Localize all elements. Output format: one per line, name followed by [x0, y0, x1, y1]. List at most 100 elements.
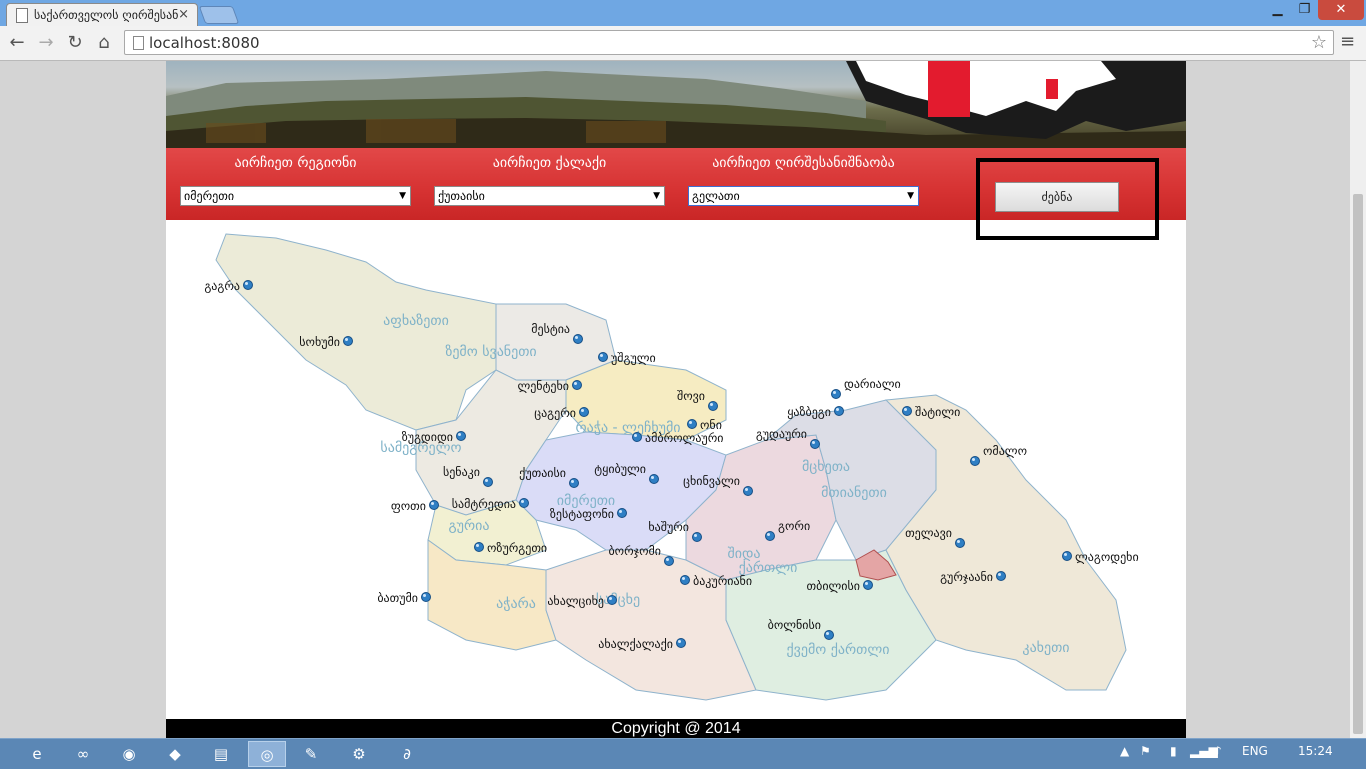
paint-icon[interactable]: ✎	[292, 741, 330, 767]
city-dot-icon[interactable]	[676, 638, 686, 648]
city-label: ყაზბეგი	[787, 405, 831, 419]
city-dot-icon[interactable]	[831, 389, 841, 399]
language-indicator[interactable]: ENG	[1242, 744, 1268, 758]
minimize-button[interactable]: ▁	[1264, 0, 1291, 20]
city-dot-highlight	[458, 433, 461, 436]
virtualbox-icon[interactable]: ◆	[156, 741, 194, 767]
chevron-down-icon: ▼	[399, 191, 406, 201]
menu-icon[interactable]: ≡	[1340, 31, 1355, 52]
bookmark-star-icon[interactable]: ☆	[1311, 32, 1327, 53]
flag-icon[interactable]: ⚑	[1140, 744, 1151, 758]
city-dot-icon[interactable]	[519, 498, 529, 508]
region-select[interactable]: იმერეთი ▼	[180, 186, 411, 206]
city-dot-highlight	[767, 533, 770, 536]
app-icon[interactable]: ∂	[388, 741, 426, 767]
city-dot-icon[interactable]	[243, 280, 253, 290]
city-dot-icon[interactable]	[598, 352, 608, 362]
city-dot-icon[interactable]	[572, 380, 582, 390]
settings-icon[interactable]: ⚙	[340, 741, 378, 767]
city-dot-icon[interactable]	[617, 508, 627, 518]
page-icon	[16, 8, 28, 23]
city-dot-icon[interactable]	[421, 592, 431, 602]
city-dot-icon[interactable]	[810, 439, 820, 449]
city-dot-icon[interactable]	[664, 556, 674, 566]
city-marker[interactable]: ფოთი	[391, 499, 439, 513]
city-marker[interactable]: ახალქალაქი	[598, 637, 686, 651]
city-dot-icon[interactable]	[483, 477, 493, 487]
city-dot-icon[interactable]	[996, 571, 1006, 581]
city-dot-icon[interactable]	[569, 478, 579, 488]
city-dot-highlight	[485, 479, 488, 482]
new-tab-button[interactable]	[198, 6, 240, 24]
city-dot-icon[interactable]	[632, 432, 642, 442]
city-label: თბილისი	[807, 579, 861, 593]
city-dot-icon[interactable]	[708, 401, 718, 411]
city-marker[interactable]: ამბროლაური	[632, 431, 724, 445]
city-dot-icon[interactable]	[1062, 551, 1072, 561]
city-dot-icon[interactable]	[687, 419, 697, 429]
city-label: ცხინვალი	[683, 474, 740, 488]
region-label: ზემო სვანეთი	[445, 344, 536, 360]
chrome-icon[interactable]: ◎	[248, 741, 286, 767]
close-tab-icon[interactable]: ×	[178, 7, 189, 22]
city-label: ახალქალაქი	[598, 637, 673, 651]
scrollbar-thumb[interactable]	[1353, 194, 1363, 734]
city-label: ბაკურიანი	[693, 574, 752, 588]
city-dot-icon[interactable]	[765, 531, 775, 541]
city-dot-icon[interactable]	[607, 595, 617, 605]
volume-icon[interactable]: ♪	[1214, 744, 1222, 758]
city-select[interactable]: ქუთაისი ▼	[434, 186, 665, 206]
city-label: შოვი	[677, 389, 705, 403]
city-label: გურჯაანი	[940, 570, 993, 584]
city-dot-icon[interactable]	[863, 580, 873, 590]
home-icon[interactable]: ⌂	[92, 31, 116, 55]
city-dot-icon[interactable]	[834, 406, 844, 416]
maximize-button[interactable]: ❐	[1291, 0, 1318, 20]
city-dot-icon[interactable]	[573, 334, 583, 344]
show-hidden-icons-icon[interactable]: ▲	[1120, 744, 1129, 758]
city-label: ოზურგეთი	[487, 541, 547, 555]
city-label: ამბროლაური	[645, 431, 723, 445]
region-shapes	[215, 233, 1127, 701]
city-dot-icon[interactable]	[456, 431, 466, 441]
page-scrollbar[interactable]	[1350, 61, 1366, 738]
file-explorer-icon[interactable]: ▤	[202, 741, 240, 767]
city-label: გუდაური	[756, 427, 807, 441]
address-bar[interactable]: localhost:8080 ☆	[124, 30, 1334, 55]
region-label: მთიანეთი	[821, 485, 887, 501]
city-dot-icon[interactable]	[824, 630, 834, 640]
ie-icon[interactable]: e	[18, 741, 56, 767]
city-marker[interactable]: დარიალი	[831, 377, 901, 399]
city-dot-icon[interactable]	[955, 538, 965, 548]
eclipse-icon[interactable]: ◉	[110, 741, 148, 767]
city-label: ახალციხე	[547, 594, 604, 608]
city-label: ქუთაისი	[519, 466, 566, 480]
city-dot-icon[interactable]	[474, 542, 484, 552]
city-dot-icon[interactable]	[902, 406, 912, 416]
visual-studio-icon[interactable]: ∞	[64, 741, 102, 767]
city-dot-icon[interactable]	[743, 486, 753, 496]
reload-icon[interactable]: ↻	[63, 31, 87, 55]
windows-taskbar: e ∞ ◉ ◆ ▤ ◎ ✎ ⚙ ∂ ▲ ⚑ ▮ ▂▄▆ ♪ ENG 15:24	[0, 738, 1366, 769]
city-dot-icon[interactable]	[343, 336, 353, 346]
battery-icon[interactable]: ▮	[1170, 744, 1177, 758]
city-dot-highlight	[826, 632, 829, 635]
city-dot-icon[interactable]	[649, 474, 659, 484]
close-window-button[interactable]: ✕	[1318, 0, 1364, 20]
banner-image	[166, 61, 1186, 148]
city-dot-icon[interactable]	[680, 575, 690, 585]
city-marker[interactable]: ბათუმი	[377, 591, 431, 605]
back-arrow-icon[interactable]: ←	[5, 31, 29, 55]
browser-tab[interactable]: საქართველოს ღირშესანიშნაობანი ×	[6, 3, 198, 26]
city-dot-icon[interactable]	[429, 500, 439, 510]
city-dot-icon[interactable]	[692, 532, 702, 542]
browser-titlebar: საქართველოს ღირშესანიშნაობანი × ▁ ❐ ✕	[0, 0, 1366, 26]
city-label: ბორჯომი	[608, 544, 661, 558]
browser-toolbar: ← → ↻ ⌂ localhost:8080 ☆ ≡	[0, 26, 1366, 61]
city-dot-icon[interactable]	[579, 407, 589, 417]
forward-arrow-icon[interactable]: →	[34, 31, 58, 55]
search-button[interactable]: ძებნა	[995, 182, 1119, 212]
clock[interactable]: 15:24	[1298, 744, 1333, 758]
sight-select[interactable]: გელათი ▼	[688, 186, 919, 206]
city-dot-icon[interactable]	[970, 456, 980, 466]
